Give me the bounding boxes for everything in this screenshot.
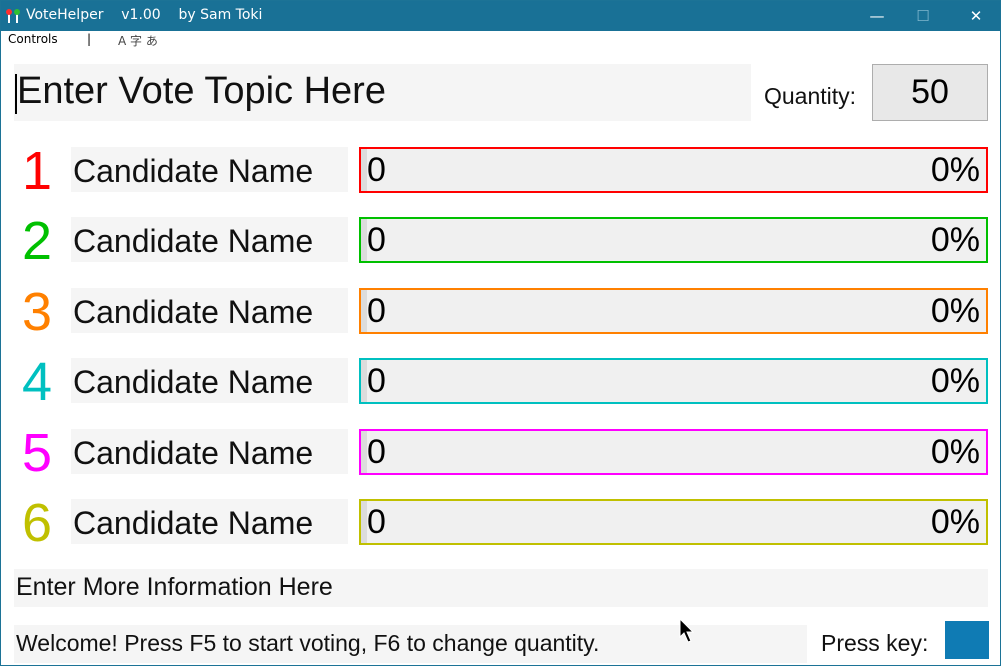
minimize-icon: — bbox=[869, 7, 885, 25]
vote-count: 0 bbox=[367, 503, 386, 541]
ime-indicator: A 字 あ bbox=[118, 34, 158, 48]
more-info-text: Enter More Information Here bbox=[16, 573, 333, 601]
status-message: Welcome! Press F5 to start voting, F6 to… bbox=[16, 630, 600, 656]
candidate-number: 5 bbox=[21, 423, 53, 483]
candidate-number: 1 bbox=[21, 141, 53, 201]
candidate-name: Candidate Name bbox=[73, 294, 314, 330]
press-key-label: Press key: bbox=[821, 630, 929, 656]
candidate-row: 4 Candidate Name 0 0% bbox=[1, 352, 1000, 412]
vote-progress-bar: 0 0% bbox=[359, 429, 988, 475]
vote-count: 0 bbox=[367, 433, 386, 471]
vote-progress-bar: 0 0% bbox=[359, 499, 988, 545]
window-title: VoteHelper v1.00 by Sam Toki bbox=[26, 7, 263, 23]
vote-topic-input[interactable]: Enter Vote Topic Here bbox=[14, 64, 751, 121]
candidate-row: 6 Candidate Name 0 0% bbox=[1, 493, 1000, 553]
candidate-name-field[interactable]: Candidate Name bbox=[71, 288, 348, 333]
minimize-button[interactable]: — bbox=[854, 1, 900, 31]
candidate-number: 2 bbox=[21, 211, 53, 271]
maximize-icon: ☐ bbox=[916, 7, 930, 25]
vote-percent: 0% bbox=[930, 151, 980, 189]
candidate-name: Candidate Name bbox=[73, 435, 314, 471]
mouse-cursor-icon bbox=[679, 618, 695, 643]
close-button[interactable]: ✕ bbox=[953, 1, 999, 31]
candidate-name-field[interactable]: Candidate Name bbox=[71, 358, 348, 403]
menu-item-controls[interactable]: Controls bbox=[8, 32, 58, 46]
candidate-name: Candidate Name bbox=[73, 364, 314, 400]
vote-progress-bar: 0 0% bbox=[359, 147, 988, 193]
candidate-name-field[interactable]: Candidate Name bbox=[71, 429, 348, 474]
key-indicator bbox=[945, 621, 989, 659]
vote-progress-bar: 0 0% bbox=[359, 217, 988, 263]
vote-percent: 0% bbox=[930, 362, 980, 400]
vote-percent: 0% bbox=[930, 221, 980, 259]
vote-topic-text: Enter Vote Topic Here bbox=[17, 70, 386, 112]
vote-percent: 0% bbox=[930, 292, 980, 330]
quantity-button[interactable]: 50 bbox=[872, 64, 988, 121]
vote-percent: 0% bbox=[930, 433, 980, 471]
vote-progress-bar: 0 0% bbox=[359, 288, 988, 334]
candidate-number: 3 bbox=[21, 282, 53, 342]
close-icon: ✕ bbox=[969, 7, 983, 25]
vote-percent: 0% bbox=[930, 503, 980, 541]
app-window: VoteHelper v1.00 by Sam Toki — ☐ ✕ Contr… bbox=[0, 0, 1001, 666]
candidate-number: 4 bbox=[21, 352, 53, 412]
vote-count: 0 bbox=[367, 292, 386, 330]
candidate-name-field[interactable]: Candidate Name bbox=[71, 217, 348, 262]
vote-count: 0 bbox=[367, 221, 386, 259]
candidate-row: 5 Candidate Name 0 0% bbox=[1, 423, 1000, 483]
more-info-input[interactable]: Enter More Information Here bbox=[14, 569, 988, 607]
vote-count: 0 bbox=[367, 151, 386, 189]
candidate-row: 2 Candidate Name 0 0% bbox=[1, 211, 1000, 271]
candidate-name: Candidate Name bbox=[73, 153, 314, 189]
main-panel: Enter Vote Topic Here Quantity: 50 1 Cand… bbox=[1, 50, 1000, 665]
quantity-label: Quantity: bbox=[764, 83, 857, 109]
candidate-number: 6 bbox=[21, 493, 53, 553]
candidate-name: Candidate Name bbox=[73, 223, 314, 259]
title-bar[interactable]: VoteHelper v1.00 by Sam Toki — ☐ ✕ bbox=[1, 1, 1000, 31]
vote-progress-bar: 0 0% bbox=[359, 358, 988, 404]
maximize-button[interactable]: ☐ bbox=[900, 1, 946, 31]
candidate-name-field[interactable]: Candidate Name bbox=[71, 147, 348, 192]
candidate-name-field[interactable]: Candidate Name bbox=[71, 499, 348, 544]
vote-count: 0 bbox=[367, 362, 386, 400]
candidate-row: 3 Candidate Name 0 0% bbox=[1, 282, 1000, 342]
menu-bar: Controls | A 字 あ bbox=[1, 31, 1000, 50]
menu-separator: | bbox=[87, 32, 92, 46]
app-icon bbox=[6, 9, 20, 23]
candidate-name: Candidate Name bbox=[73, 505, 314, 541]
candidate-row: 1 Candidate Name 0 0% bbox=[1, 141, 1000, 201]
